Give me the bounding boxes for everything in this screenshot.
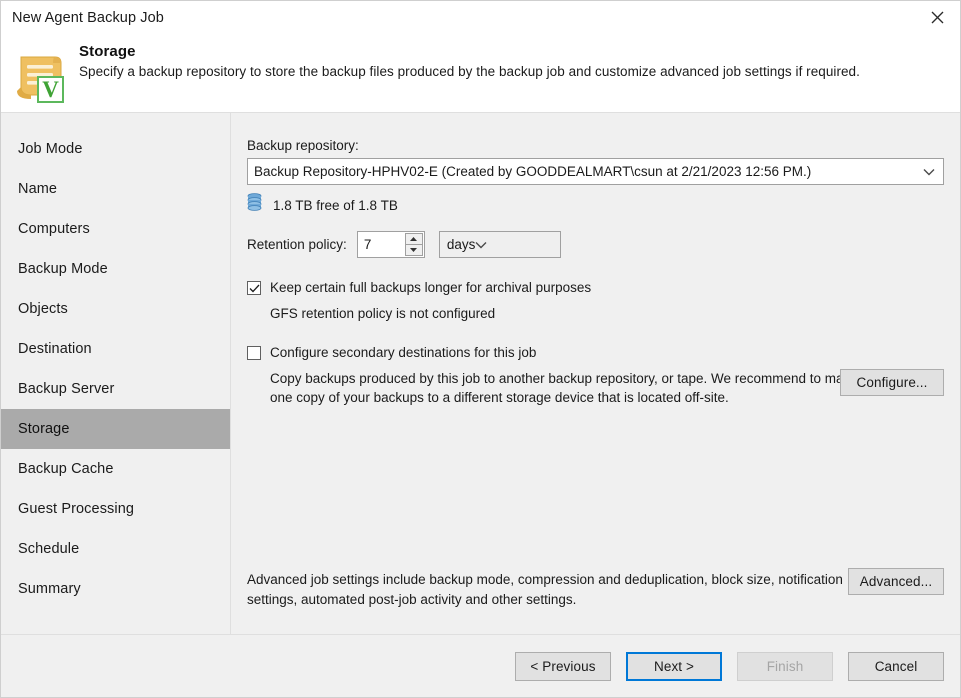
gfs-checkbox-row[interactable]: Keep certain full backups longer for arc…	[247, 279, 944, 296]
retention-unit-select[interactable]: days	[438, 230, 561, 258]
dialog-body: Job Mode Name Computers Backup Mode Obje…	[1, 113, 960, 635]
next-button[interactable]: Next >	[626, 651, 722, 681]
advanced-button[interactable]: Advanced...	[848, 568, 944, 595]
spin-down-icon[interactable]	[404, 244, 423, 256]
storage-settings-pane: Backup repository: Backup Repository-HPH…	[231, 113, 960, 634]
sidebar-item-backup-cache[interactable]: Backup Cache	[1, 449, 230, 489]
sidebar-item-backup-server[interactable]: Backup Server	[1, 369, 230, 409]
sidebar-item-label: Backup Cache	[18, 461, 114, 477]
sidebar-item-schedule[interactable]: Schedule	[1, 529, 230, 569]
sidebar-item-backup-mode[interactable]: Backup Mode	[1, 249, 230, 289]
retention-policy-label: Retention policy:	[247, 236, 347, 252]
sidebar-item-label: Guest Processing	[18, 501, 135, 517]
page-subtitle: Specify a backup repository to store the…	[79, 64, 860, 79]
retention-value: 7	[363, 236, 372, 252]
stepper-buttons	[404, 232, 423, 256]
sidebar-item-label: Objects	[18, 301, 68, 317]
sidebar-item-destination[interactable]: Destination	[1, 329, 230, 369]
wizard-steps-sidebar: Job Mode Name Computers Backup Mode Obje…	[1, 113, 231, 634]
storage-disk-icon	[247, 193, 262, 217]
sidebar-item-label: Name	[18, 181, 58, 197]
chevron-down-icon	[915, 159, 943, 184]
window-title: New Agent Backup Job	[12, 10, 164, 26]
new-agent-backup-job-dialog: New Agent Backup Job V Storage Specify a…	[0, 0, 961, 698]
sidebar-item-storage[interactable]: Storage	[1, 409, 230, 449]
secondary-destinations-description: Copy backups produced by this job to ano…	[270, 371, 906, 405]
gfs-checkbox-label: Keep certain full backups longer for arc…	[270, 280, 592, 295]
sidebar-item-label: Computers	[18, 221, 90, 237]
sidebar-item-summary[interactable]: Summary	[1, 569, 230, 609]
free-space-row: 1.8 TB free of 1.8 TB	[247, 193, 944, 217]
backup-repository-select[interactable]: Backup Repository-HPHV02-E (Created by G…	[247, 158, 944, 185]
advanced-settings-description: Advanced job settings include backup mod…	[247, 572, 843, 607]
close-icon[interactable]	[914, 1, 960, 34]
chevron-down-icon	[475, 237, 487, 252]
sidebar-item-computers[interactable]: Computers	[1, 209, 230, 249]
sidebar-item-label: Storage	[18, 421, 70, 437]
svg-text:V: V	[42, 77, 59, 102]
dialog-header: V Storage Specify a backup repository to…	[1, 35, 960, 113]
retention-value-stepper[interactable]: 7	[356, 230, 425, 258]
free-space-text: 1.8 TB free of 1.8 TB	[273, 197, 398, 213]
retention-policy-row: Retention policy: 7 days	[247, 230, 944, 258]
sidebar-item-label: Schedule	[18, 541, 80, 557]
retention-unit-value: days	[446, 236, 476, 252]
title-bar: New Agent Backup Job	[1, 1, 960, 35]
gfs-status-text: GFS retention policy is not configured	[270, 306, 496, 321]
backup-repository-value: Backup Repository-HPHV02-E (Created by G…	[254, 164, 812, 179]
header-text-group: Storage Specify a backup repository to s…	[79, 39, 860, 79]
page-title: Storage	[79, 43, 136, 60]
secondary-destinations-checkbox[interactable]	[247, 346, 261, 360]
sidebar-item-name[interactable]: Name	[1, 169, 230, 209]
sidebar-item-label: Job Mode	[18, 141, 83, 157]
configure-button[interactable]: Configure...	[840, 369, 944, 396]
previous-button[interactable]: < Previous	[515, 651, 611, 681]
dialog-footer: < Previous Next > Finish Cancel	[1, 635, 960, 697]
sidebar-item-label: Backup Mode	[18, 261, 108, 277]
cancel-button[interactable]: Cancel	[848, 651, 944, 681]
spin-up-icon[interactable]	[404, 232, 423, 244]
sidebar-item-label: Destination	[18, 341, 92, 357]
secondary-destinations-label: Configure secondary destinations for thi…	[270, 345, 537, 360]
finish-button: Finish	[737, 651, 833, 681]
backup-repository-label: Backup repository:	[247, 138, 359, 153]
sidebar-item-objects[interactable]: Objects	[1, 289, 230, 329]
sidebar-item-label: Summary	[18, 581, 81, 597]
sidebar-item-guest-processing[interactable]: Guest Processing	[1, 489, 230, 529]
sidebar-item-label: Backup Server	[18, 381, 115, 397]
sidebar-item-job-mode[interactable]: Job Mode	[1, 129, 230, 169]
backup-job-document-icon: V	[1, 39, 79, 107]
gfs-checkbox[interactable]	[247, 281, 261, 295]
secondary-destinations-checkbox-row[interactable]: Configure secondary destinations for thi…	[247, 344, 944, 361]
advanced-settings-block: Advanced job settings include backup mod…	[247, 568, 944, 610]
